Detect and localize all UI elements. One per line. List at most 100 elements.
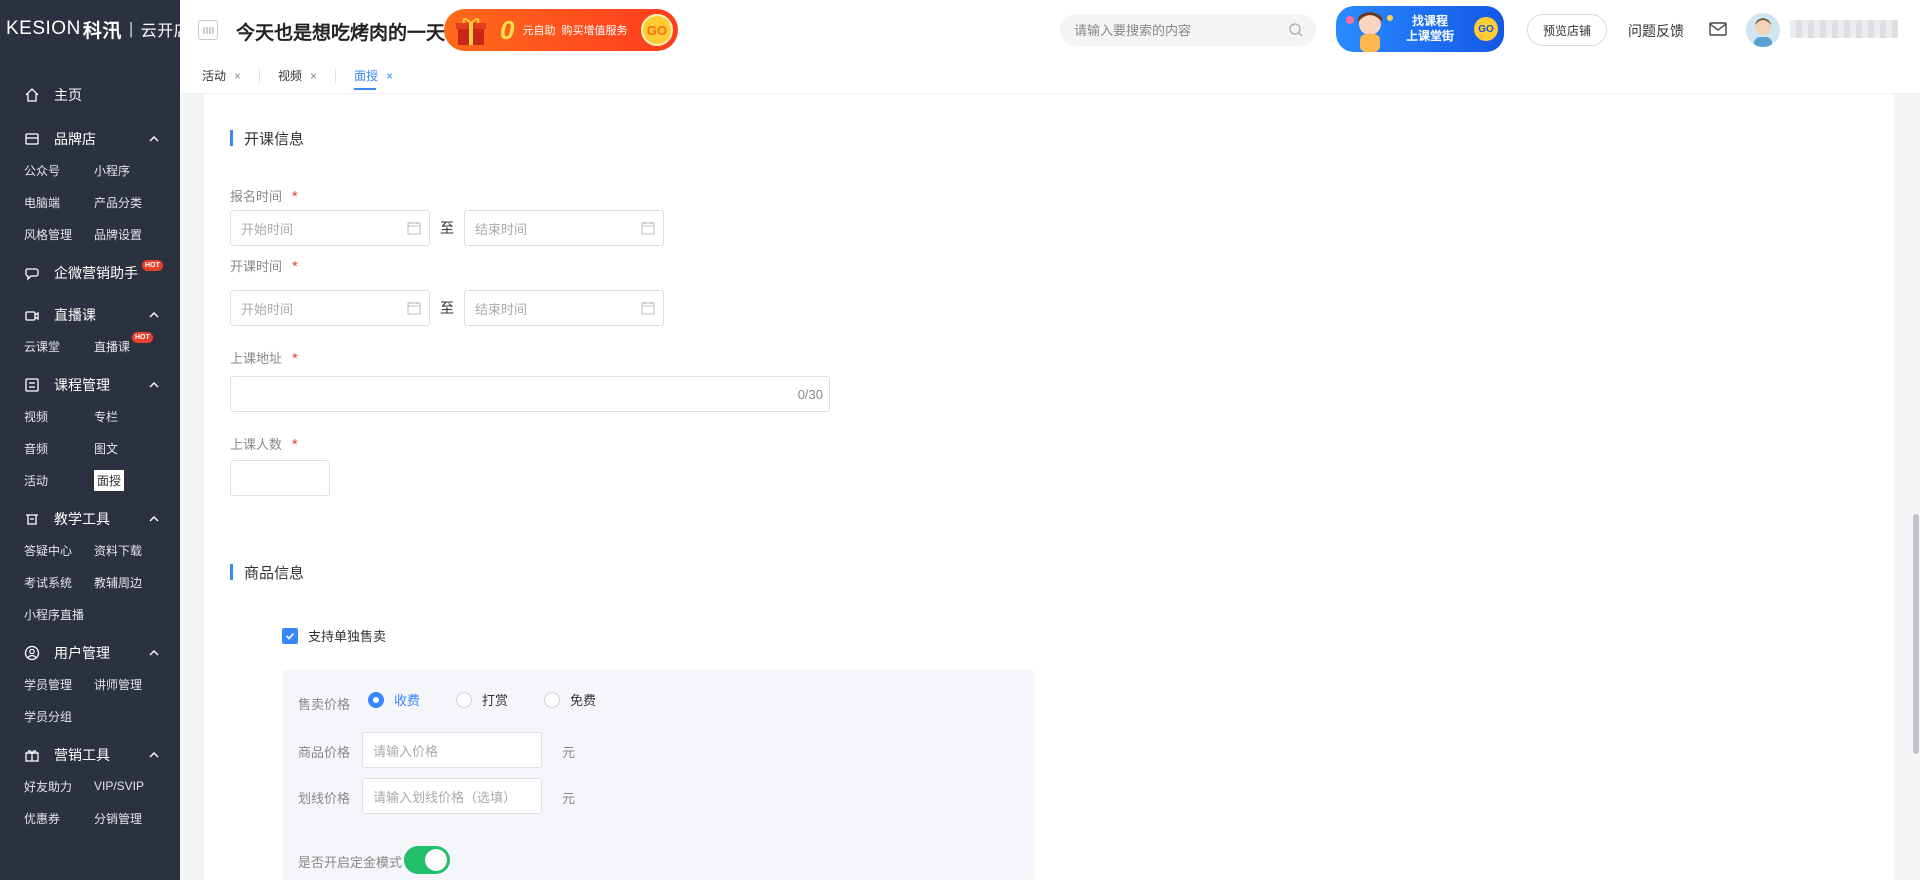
tab-offline[interactable]: 面授 ×: [354, 58, 393, 94]
close-icon[interactable]: ×: [310, 69, 317, 83]
username-blurred[interactable]: [1790, 20, 1898, 38]
sidebar-item-aids[interactable]: 教辅周边: [94, 566, 174, 598]
promo-text1: 元自助: [522, 25, 556, 37]
class-end-input[interactable]: 结束时间: [464, 290, 664, 326]
preview-store-button[interactable]: 预览店铺: [1527, 14, 1607, 46]
sidebar-item-category[interactable]: 产品分类: [94, 186, 174, 218]
signup-time-label: 报名时间 *: [230, 188, 298, 205]
chevron-up-icon: [149, 382, 159, 388]
sidebar-group-teaching[interactable]: 教学工具: [0, 504, 180, 534]
sidebar-item-mini-live[interactable]: 小程序直播: [24, 598, 94, 630]
address-label: 上课地址 *: [230, 350, 298, 367]
toggle-knob: [425, 849, 447, 871]
chevron-up-icon: [149, 516, 159, 522]
sidebar-item-pc[interactable]: 电脑端: [24, 186, 94, 218]
sidebar-group-label: 教学工具: [54, 511, 110, 527]
sidebar-subitems: 答疑中心 资料下载 考试系统 教辅周边 小程序直播: [0, 534, 180, 630]
sidebar-item-friend-help[interactable]: 好友助力: [24, 770, 94, 802]
sidebar-item-article[interactable]: 图文: [94, 432, 174, 464]
signup-start-input[interactable]: 开始时间: [230, 210, 430, 246]
sidebar-item-vip[interactable]: VIP/SVIP: [94, 770, 174, 802]
sidebar-item-teachers[interactable]: 讲师管理: [94, 668, 174, 700]
menu-icon: [203, 27, 214, 34]
radio-charge[interactable]: 收费: [368, 690, 420, 709]
deposit-mode-toggle[interactable]: [404, 846, 450, 874]
sidebar-item-exam[interactable]: 考试系统: [24, 566, 94, 598]
chevron-up-icon: [149, 312, 159, 318]
sidebar-item-distribution[interactable]: 分销管理: [94, 802, 174, 834]
course-go-button[interactable]: GO: [1474, 17, 1498, 41]
currency-unit: 元: [562, 791, 576, 806]
sidebar-subitems: 学员管理 讲师管理 学员分组: [0, 668, 180, 732]
address-input[interactable]: 0/30: [230, 376, 830, 412]
logo-shop: 云开店: [140, 23, 180, 40]
tab-video[interactable]: 视频 ×: [278, 58, 317, 94]
calendar-icon: [407, 302, 421, 315]
sidebar-item-wecom[interactable]: 企微营销助手 HOT: [0, 258, 180, 288]
teaching-icon: [26, 514, 38, 525]
sell-alone-checkbox[interactable]: 支持单独售卖: [282, 626, 386, 645]
sidebar-item-offline[interactable]: 面授: [94, 464, 174, 496]
sidebar-group-course[interactable]: 课程管理: [0, 370, 180, 400]
sidebar-item-student-groups[interactable]: 学员分组: [24, 700, 94, 732]
sidebar-group-marketing[interactable]: 营销工具: [0, 740, 180, 770]
sidebar-item-qa[interactable]: 答疑中心: [24, 534, 94, 566]
page-scrollbar[interactable]: [1912, 94, 1920, 880]
calendar-icon: [407, 222, 421, 235]
sidebar-item-style[interactable]: 风格管理: [24, 218, 94, 250]
radio-free[interactable]: 免费: [544, 690, 596, 709]
close-icon[interactable]: ×: [234, 69, 241, 83]
mail-icon[interactable]: [1709, 21, 1727, 37]
sidebar-item-gongzhonghao[interactable]: 公众号: [24, 154, 94, 186]
sidebar-item-audio[interactable]: 音频: [24, 432, 94, 464]
sidebar-item-activity[interactable]: 活动: [24, 464, 94, 496]
feedback-link[interactable]: 问题反馈: [1628, 21, 1684, 41]
goods-price-input[interactable]: 请输入价格: [362, 732, 542, 768]
section-title-class-info: 开课信息: [230, 128, 304, 149]
sidebar-item-miniprogram[interactable]: 小程序: [94, 154, 174, 186]
promo-banner[interactable]: 0 元自助 购买增值服务 GO: [444, 9, 678, 51]
class-start-input[interactable]: 开始时间: [230, 290, 430, 326]
sidebar-item-brand-settings[interactable]: 品牌设置: [94, 218, 174, 250]
home-icon: [25, 88, 39, 102]
course-banner[interactable]: 找课程 上课堂街 GO: [1336, 6, 1504, 52]
promo-zero: 0: [500, 14, 515, 45]
scrollbar-thumb[interactable]: [1913, 514, 1919, 754]
main-content: 开课信息 报名时间 * 开始时间 至 结束时间 开课时间 * 开始时间 至 结束时间: [180, 94, 1920, 880]
search-icon[interactable]: [1288, 22, 1304, 38]
sidebar-item-cloud-class[interactable]: 云课堂: [24, 330, 94, 362]
tab-divider: [259, 68, 261, 83]
search-box: [1060, 14, 1316, 46]
tab-activity[interactable]: 活动 ×: [202, 58, 241, 94]
promo-go-button[interactable]: GO: [641, 14, 673, 46]
sidebar-item-students[interactable]: 学员管理: [24, 668, 94, 700]
sidebar-item-home[interactable]: 主页: [0, 80, 180, 110]
sidebar-item-live-course[interactable]: 直播课 HOT: [94, 330, 174, 362]
sidebar-group-brand[interactable]: 品牌店: [0, 124, 180, 154]
required-mark: *: [292, 436, 298, 453]
logo[interactable]: KESION 科汛 | 云开店: [0, 0, 180, 58]
collapse-sidebar-button[interactable]: [198, 20, 218, 40]
sidebar-item-coupon[interactable]: 优惠券: [24, 802, 94, 834]
sidebar-item-column[interactable]: 专栏: [94, 400, 174, 432]
promo-text2: 购买增值服务: [561, 25, 628, 37]
goods-price-label: 商品价格: [298, 745, 351, 760]
sidebar-group-users[interactable]: 用户管理: [0, 638, 180, 668]
strike-price-input[interactable]: 请输入划线价格（选填）: [362, 778, 542, 814]
sidebar-item-video[interactable]: 视频: [24, 400, 94, 432]
avatar[interactable]: [1746, 13, 1780, 47]
logo-brand: KESION: [6, 18, 81, 39]
checkbox-checked-icon: [282, 627, 298, 644]
course-icon: [25, 378, 39, 392]
signup-end-input[interactable]: 结束时间: [464, 210, 664, 246]
form-card: 开课信息 报名时间 * 开始时间 至 结束时间 开课时间 * 开始时间 至 结束时间: [204, 94, 1894, 880]
search-input[interactable]: [1074, 22, 1288, 38]
sidebar-group-live[interactable]: 直播课: [0, 300, 180, 330]
sidebar-item-download[interactable]: 资料下载: [94, 534, 174, 566]
currency-unit: 元: [562, 745, 576, 760]
radio-reward[interactable]: 打赏: [456, 690, 508, 709]
girl-illustration-icon: [1346, 12, 1393, 52]
close-icon[interactable]: ×: [386, 69, 393, 83]
price-type-label: 售卖价格: [298, 697, 351, 712]
people-count-input[interactable]: [230, 460, 330, 496]
